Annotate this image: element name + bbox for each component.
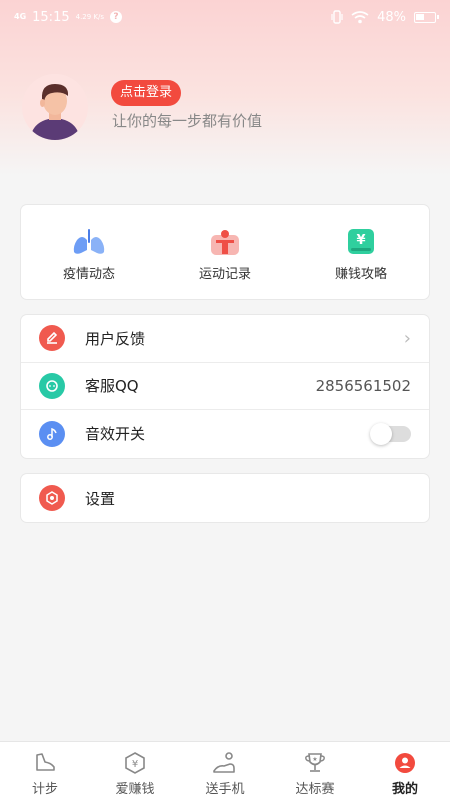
tab-steps[interactable]: 计步 bbox=[0, 742, 90, 800]
status-bar: 4G 15:15 4.29 K/s ? 48% bbox=[0, 0, 450, 34]
chevron-right-icon: › bbox=[403, 327, 411, 349]
tab-label: 计步 bbox=[31, 782, 58, 797]
menu-label: 设置 bbox=[85, 489, 116, 508]
tab-mine[interactable]: 我的 bbox=[360, 742, 450, 800]
shoe-icon bbox=[32, 751, 58, 775]
lungs-icon bbox=[71, 227, 107, 257]
menu-row-feedback[interactable]: 用户反馈 › bbox=[21, 315, 429, 363]
menu-label: 音效开关 bbox=[85, 425, 146, 444]
tab-label: 我的 bbox=[391, 782, 418, 797]
battery-icon bbox=[414, 11, 439, 23]
menu-row-sound: 音效开关 bbox=[21, 410, 429, 458]
quick-action-label: 疫情动态 bbox=[62, 267, 115, 282]
phone-hand-icon bbox=[212, 751, 238, 775]
tab-label: 爱赚钱 bbox=[115, 782, 155, 797]
status-time: 15:15 bbox=[32, 9, 70, 25]
svg-text:¥: ¥ bbox=[356, 233, 365, 248]
yen-icon: ¥ bbox=[343, 227, 379, 257]
svg-text:★: ★ bbox=[312, 756, 317, 763]
tab-label: 送手机 bbox=[205, 782, 245, 797]
trophy-icon: ★ bbox=[302, 751, 328, 775]
menu-row-qq[interactable]: 客服QQ 2856561502 bbox=[21, 363, 429, 410]
quick-action-label: 赚钱攻略 bbox=[334, 267, 387, 282]
bottom-tab-bar: 计步 ¥ 爱赚钱 送手机 ★ 达标赛 我的 bbox=[0, 741, 450, 800]
battery-percent: 48% bbox=[377, 9, 406, 25]
quick-actions-card: 疫情动态 运动记录 ¥ 赚钱攻略 bbox=[21, 205, 429, 299]
login-button[interactable]: 点击登录 bbox=[111, 80, 182, 106]
tab-earn[interactable]: ¥ 爱赚钱 bbox=[90, 742, 180, 800]
gear-icon bbox=[39, 485, 65, 511]
tab-phone[interactable]: 送手机 bbox=[180, 742, 270, 800]
coin-icon: ¥ bbox=[122, 751, 148, 775]
edit-icon bbox=[39, 325, 65, 352]
sound-toggle[interactable] bbox=[370, 422, 411, 445]
settings-card: 设置 bbox=[21, 474, 429, 522]
wifi-icon bbox=[351, 10, 369, 23]
profile-section: 点击登录 让你的每一步都有价值 bbox=[22, 74, 442, 140]
qq-number: 2856561502 bbox=[315, 376, 411, 395]
chat-icon bbox=[39, 372, 65, 399]
tab-contest[interactable]: ★ 达标赛 bbox=[270, 742, 360, 800]
person-icon bbox=[207, 227, 243, 257]
quick-action-exercise[interactable]: 运动记录 bbox=[157, 205, 293, 299]
menu-label: 用户反馈 bbox=[85, 329, 146, 348]
quick-action-earn[interactable]: ¥ 赚钱攻略 bbox=[293, 205, 429, 299]
user-icon bbox=[392, 751, 418, 775]
avatar[interactable] bbox=[22, 74, 88, 140]
help-icon: ? bbox=[110, 11, 123, 23]
network-indicator: 4G bbox=[14, 12, 27, 21]
menu-card: 用户反馈 › 客服QQ 2856561502 音效开关 bbox=[21, 315, 429, 458]
quick-action-label: 运动记录 bbox=[198, 267, 251, 282]
menu-label: 客服QQ bbox=[85, 377, 139, 396]
svg-text:¥: ¥ bbox=[132, 759, 138, 770]
quick-action-epidemic[interactable]: 疫情动态 bbox=[21, 205, 157, 299]
menu-row-settings[interactable]: 设置 bbox=[21, 474, 429, 522]
network-speed: 4.29 K/s bbox=[75, 12, 105, 21]
vibrate-icon bbox=[331, 10, 343, 24]
music-icon bbox=[39, 420, 65, 447]
tab-label: 达标赛 bbox=[295, 782, 335, 797]
slogan-text: 让你的每一步都有价值 bbox=[112, 112, 263, 130]
